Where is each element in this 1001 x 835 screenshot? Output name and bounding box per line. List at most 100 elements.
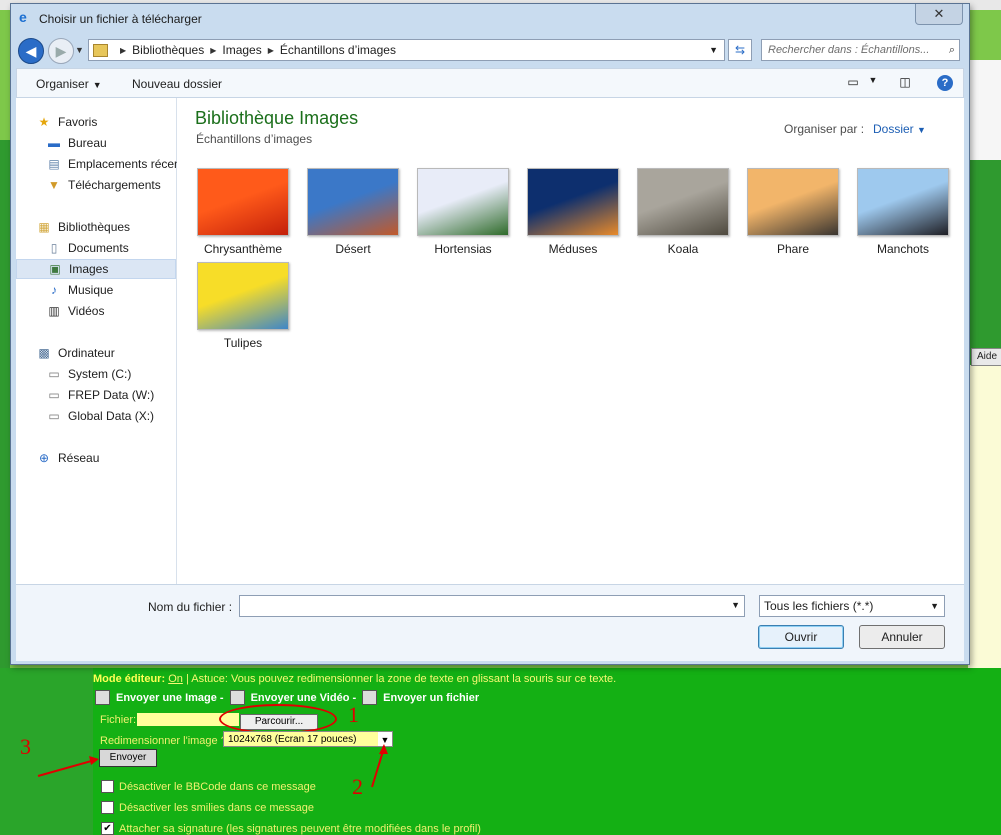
option-label: Désactiver les smilies dans ce message [119, 801, 315, 814]
nav-label: Emplacements récents [68, 157, 191, 171]
dialog-title: Choisir un fichier à télécharger [39, 12, 202, 26]
checkbox-checked[interactable]: ✔ [101, 822, 114, 835]
thumbnail-image [197, 168, 289, 236]
nav-label: Documents [68, 241, 129, 255]
chevron-down-icon[interactable]: ▼ [863, 75, 883, 91]
nav-item-favorites[interactable]: ★ Favoris [36, 112, 196, 132]
star-icon: ★ [38, 115, 50, 129]
file-item[interactable]: Koala [628, 168, 738, 256]
file-open-dialog: e Choisir un fichier à télécharger ✕ ◀ ▶… [10, 3, 970, 665]
breadcrumb-separator-icon[interactable]: ▶ [268, 46, 274, 55]
dialog-footer: Nom du fichier : ▼ Tous les fichiers (*.… [16, 584, 964, 661]
breadcrumb-separator-icon[interactable]: ▶ [120, 46, 126, 55]
refresh-icon[interactable]: ⇆ [728, 39, 752, 61]
back-arrow-icon[interactable]: ◀ [18, 38, 44, 64]
chevron-down-icon[interactable]: ▼ [709, 45, 718, 55]
organize-label: Organiser [36, 77, 89, 91]
arrange-by-dropdown[interactable]: Dossier ▼ [873, 122, 926, 136]
navigation-pane: ★ Favoris ▬ Bureau ▤ Emplacements récents ▼… [16, 98, 190, 584]
open-button[interactable]: Ouvrir [758, 625, 844, 649]
option-label: Désactiver le BBCode dans ce message [119, 780, 316, 793]
address-bar[interactable]: ▶ Bibliothèques ▶ Images ▶ Échantillons … [88, 39, 725, 61]
computer-icon: ▩ [38, 346, 50, 360]
nav-label: Musique [68, 283, 114, 297]
search-icon[interactable]: ⌕ [949, 40, 955, 60]
forward-arrow-icon[interactable]: ▶ [48, 38, 74, 64]
annotation-arrowhead-3 [89, 756, 99, 765]
library-subtitle: Échantillons d’images [196, 132, 313, 146]
option-label: Attacher sa signature (les signatures pe… [119, 822, 481, 835]
new-folder-button[interactable]: Nouveau dossier [132, 77, 222, 91]
file-list-pane: Bibliothèque Images Échantillons d’image… [177, 98, 964, 584]
thumbnail-image [637, 168, 729, 236]
dialog-titlebar[interactable]: e Choisir un fichier à télécharger ✕ [11, 4, 969, 32]
breadcrumb-separator-icon[interactable]: ▶ [210, 46, 216, 55]
file-name: Manchots [876, 242, 930, 256]
file-name: Désert [335, 242, 371, 256]
file-item[interactable]: Chrysanthème [188, 168, 298, 256]
address-row: ◀ ▶ ▼ ▶ Bibliothèques ▶ Images ▶ Échanti… [11, 34, 969, 68]
option-attach-signature[interactable]: ✔ Attacher sa signature (les signatures … [101, 822, 481, 835]
nav-label: Téléchargements [68, 178, 161, 192]
file-name: Tulipes [223, 336, 263, 350]
nav-label: System (C:) [68, 367, 132, 381]
recent-places-icon: ▤ [48, 157, 60, 171]
chevron-down-icon[interactable]: ▼ [731, 600, 740, 610]
close-button[interactable]: ✕ [915, 4, 963, 25]
nav-label: Global Data (X:) [68, 409, 155, 423]
network-drive-icon: ▭ [48, 388, 60, 402]
file-name: Koala [667, 242, 699, 256]
file-item[interactable]: Phare [738, 168, 848, 256]
nav-item-network[interactable]: ⊕ Réseau [36, 448, 196, 468]
nav-label: FREP Data (W:) [68, 388, 155, 402]
chevron-down-icon[interactable]: ▼ [930, 596, 939, 616]
thumbnail-image [747, 168, 839, 236]
nav-item-libraries[interactable]: ▦ Bibliothèques [36, 217, 196, 237]
music-icon: ♪ [51, 283, 57, 297]
preview-pane-icon[interactable]: ◫ [895, 75, 915, 91]
video-icon: ▥ [48, 304, 60, 318]
arrange-by-value: Dossier [873, 122, 914, 136]
checkbox[interactable] [101, 801, 114, 814]
chevron-down-icon: ▼ [92, 80, 102, 90]
history-dropdown-icon[interactable]: ▼ [75, 45, 84, 55]
filename-input[interactable]: ▼ [239, 595, 745, 617]
file-name: Phare [776, 242, 810, 256]
nav-label: Bibliothèques [58, 220, 131, 234]
arrange-by-label: Organiser par : [784, 122, 865, 136]
images-icon: ▣ [49, 262, 61, 276]
nav-item-images[interactable]: ▣ Images [16, 259, 176, 279]
organize-menu[interactable]: Organiser ▼ [36, 77, 102, 91]
file-item[interactable]: Méduses [518, 168, 628, 256]
file-item[interactable]: Tulipes [188, 262, 298, 350]
file-item[interactable]: Manchots [848, 168, 958, 256]
search-placeholder: Rechercher dans : Échantillons... [768, 44, 930, 56]
library-icon: ▦ [38, 220, 50, 234]
cancel-button[interactable]: Annuler [859, 625, 945, 649]
file-item[interactable]: Hortensias [408, 168, 518, 256]
filename-label: Nom du fichier : [148, 600, 233, 614]
filetype-select[interactable]: Tous les fichiers (*.*) ▼ [759, 595, 945, 617]
breadcrumb-samples[interactable]: Échantillons d’images [280, 43, 396, 57]
checkbox[interactable] [101, 780, 114, 793]
help-icon[interactable]: ? [937, 75, 953, 91]
breadcrumb-images[interactable]: Images [222, 43, 261, 57]
thumbnail-image [307, 168, 399, 236]
option-disable-bbcode[interactable]: Désactiver le BBCode dans ce message [101, 780, 316, 793]
chevron-down-icon: ▼ [917, 125, 926, 135]
nav-label: Bureau [68, 136, 107, 150]
folder-icon [93, 43, 108, 57]
nav-label: Vidéos [68, 304, 105, 318]
nav-label: Images [69, 262, 109, 276]
downloads-icon: ▼ [48, 178, 60, 192]
desktop-icon: ▬ [48, 136, 60, 150]
drive-icon: ▭ [48, 367, 60, 381]
annotation-arrow-3 [37, 759, 96, 777]
file-item[interactable]: Désert [298, 168, 408, 256]
document-icon: ▯ [50, 241, 58, 255]
view-options-icon[interactable]: ▭ [843, 75, 863, 91]
nav-item-computer[interactable]: ▩ Ordinateur [36, 343, 196, 363]
option-disable-smilies[interactable]: Désactiver les smilies dans ce message [101, 801, 314, 814]
search-input[interactable]: Rechercher dans : Échantillons... ⌕ [761, 39, 960, 61]
breadcrumb-libraries[interactable]: Bibliothèques [132, 43, 204, 57]
